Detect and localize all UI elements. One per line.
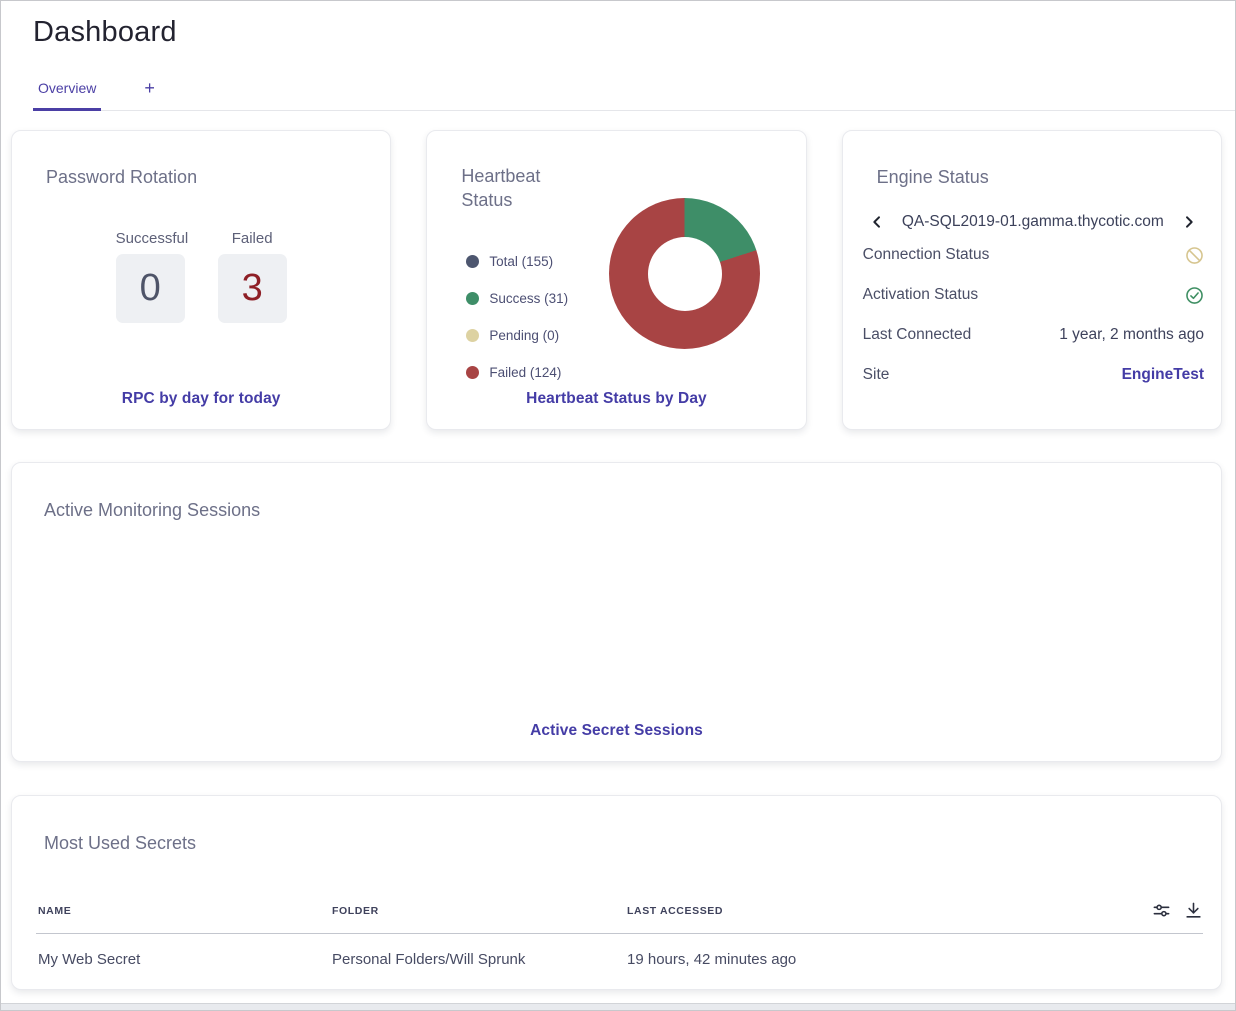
success-dot-icon: [466, 291, 480, 305]
plus-icon: +: [144, 78, 155, 98]
legend-label: Pending (0): [489, 327, 560, 343]
stat-failed: Failed 3: [217, 230, 287, 323]
last-connected-value: 1 year, 2 months ago: [1059, 326, 1204, 343]
chevron-left-icon[interactable]: [869, 214, 885, 230]
legend-label: Failed (124): [489, 364, 562, 380]
page-header: Dashboard: [1, 1, 1235, 49]
failed-dot-icon: [466, 365, 480, 379]
heartbeat-by-day-link[interactable]: Heartbeat Status by Day: [427, 390, 805, 408]
tab-overview[interactable]: Overview: [33, 80, 102, 111]
column-header-folder[interactable]: FOLDER: [332, 905, 627, 917]
heartbeat-status-title: Heartbeat Status: [461, 166, 541, 210]
page-title: Dashboard: [33, 16, 177, 48]
most-used-secrets-card: Most Used Secrets NAME FOLDER LAST ACCES…: [11, 795, 1222, 990]
engine-status-title: Engine Status: [876, 167, 989, 187]
filter-sliders-icon[interactable]: [1152, 901, 1171, 920]
heartbeat-legend: Total (155) Success (31) Pending (0) Fai…: [466, 254, 568, 402]
activation-status-label: Activation Status: [862, 286, 979, 303]
connection-status-row: Connection Status: [863, 235, 1204, 275]
active-monitoring-card: Active Monitoring Sessions Active Secret…: [11, 462, 1222, 762]
pending-dot-icon: [466, 328, 480, 342]
secrets-table-header: NAME FOLDER LAST ACCESSED: [12, 901, 1221, 920]
most-used-secrets-title: Most Used Secrets: [44, 833, 197, 853]
secret-folder-cell: Personal Folders/Will Sprunk: [332, 951, 526, 968]
engine-status-rows: Connection Status Activation Status Last…: [843, 231, 1221, 395]
top-cards-row: Password Rotation Successful 0 Failed 3 …: [11, 130, 1222, 430]
password-rotation-card: Password Rotation Successful 0 Failed 3 …: [11, 130, 392, 430]
download-icon[interactable]: [1184, 901, 1203, 920]
legend-item-success: Success (31): [466, 290, 569, 306]
horizontal-scrollbar[interactable]: [1, 1003, 1235, 1010]
legend-item-failed: Failed (124): [466, 364, 568, 380]
column-header-name[interactable]: NAME: [38, 905, 332, 917]
legend-label: Total (155): [489, 253, 554, 269]
site-value-link[interactable]: EngineTest: [1122, 366, 1204, 384]
heartbeat-donut-chart: [609, 198, 761, 349]
activation-status-row: Activation Status: [863, 275, 1204, 315]
last-connected-label: Last Connected: [862, 326, 972, 343]
stat-failed-value: 3: [217, 254, 287, 323]
last-connected-row: Last Connected 1 year, 2 months ago: [863, 315, 1204, 355]
stat-successful: Successful 0: [115, 230, 189, 323]
secret-last-accessed-cell: 19 hours, 42 minutes ago: [627, 951, 797, 968]
column-header-last-accessed[interactable]: LAST ACCESSED: [627, 905, 1139, 917]
stat-failed-label: Failed: [231, 230, 273, 247]
total-dot-icon: [466, 254, 480, 268]
tab-bar: Overview +: [33, 78, 1235, 111]
password-rotation-stats: Successful 0 Failed 3: [12, 230, 390, 323]
connection-status-label: Connection Status: [862, 246, 990, 263]
add-tab-button[interactable]: +: [137, 78, 162, 111]
ban-icon: [1185, 246, 1204, 265]
active-monitoring-title: Active Monitoring Sessions: [44, 500, 261, 520]
donut-hole: [647, 236, 722, 311]
secret-name-cell[interactable]: My Web Secret: [38, 951, 332, 968]
site-label: Site: [862, 366, 890, 383]
heartbeat-status-card: Heartbeat Status Total (155) Success (31…: [426, 130, 807, 430]
legend-label: Success (31): [489, 290, 569, 306]
site-row: Site EngineTest: [863, 355, 1204, 395]
chevron-right-icon[interactable]: [1181, 214, 1197, 230]
engine-selector: QA-SQL2019-01.gamma.thycotic.com: [843, 213, 1221, 231]
stat-successful-label: Successful: [115, 230, 189, 247]
password-rotation-title: Password Rotation: [46, 167, 198, 187]
rpc-by-day-link[interactable]: RPC by day for today: [12, 390, 390, 408]
table-row[interactable]: My Web Secret Personal Folders/Will Spru…: [12, 934, 1221, 968]
legend-item-total: Total (155): [466, 253, 568, 269]
engine-name: QA-SQL2019-01.gamma.thycotic.com: [901, 213, 1164, 230]
active-secret-sessions-link[interactable]: Active Secret Sessions: [12, 722, 1221, 740]
check-circle-icon: [1185, 286, 1204, 305]
stat-successful-value: 0: [115, 254, 185, 323]
engine-status-card: Engine Status QA-SQL2019-01.gamma.thycot…: [841, 130, 1222, 430]
table-toolbar: [1139, 901, 1203, 920]
legend-item-pending: Pending (0): [466, 327, 568, 343]
